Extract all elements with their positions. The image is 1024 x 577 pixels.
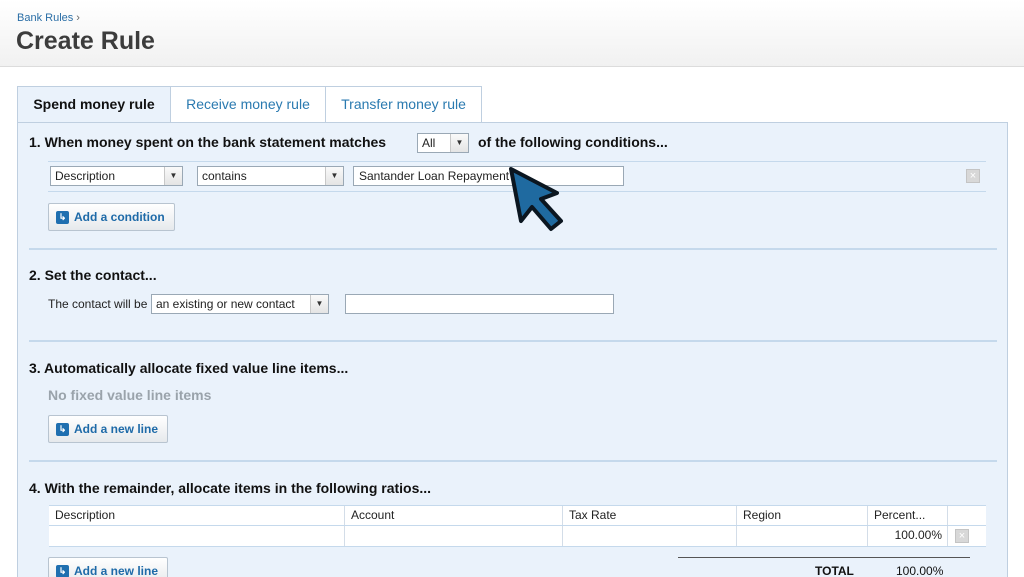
breadcrumb-separator: › — [76, 12, 80, 24]
contact-type-select[interactable]: an existing or new contact ▼ — [151, 294, 329, 314]
remove-row-close-icon[interactable]: × — [955, 529, 969, 543]
section1-prefix: 1. When money spent on the bank statemen… — [29, 134, 387, 150]
column-header-region: Region — [737, 506, 868, 525]
add-fixed-line-label: Add a new line — [74, 422, 159, 436]
section2-title: 2. Set the contact... — [29, 267, 157, 283]
column-header-tax-rate: Tax Rate — [563, 506, 737, 525]
section3-title: 3. Automatically allocate fixed value li… — [29, 360, 349, 376]
section-divider — [29, 460, 997, 462]
total-value: 100.00% — [896, 564, 944, 577]
row-percent-cell[interactable]: 100.00% — [868, 526, 948, 546]
tab-transfer-money-rule[interactable]: Transfer money rule — [325, 86, 482, 123]
column-header-percent: Percent... — [868, 506, 948, 525]
no-fixed-lines-text: No fixed value line items — [48, 387, 212, 403]
section4-title: 4. With the remainder, allocate items in… — [29, 480, 432, 496]
chevron-down-icon[interactable]: ▼ — [164, 167, 182, 185]
column-header-description: Description — [49, 506, 345, 525]
chevron-down-icon[interactable]: ▼ — [310, 295, 328, 313]
condition-operator-value: contains — [202, 169, 247, 183]
row-account-cell[interactable] — [345, 526, 563, 546]
condition-field-value: Description — [55, 169, 116, 183]
row-region-cell[interactable] — [737, 526, 868, 546]
tab-receive-money-rule[interactable]: Receive money rule — [170, 86, 326, 123]
total-label: TOTAL — [815, 564, 854, 577]
add-ratio-line-button[interactable]: ↳ Add a new line — [48, 557, 169, 577]
condition-field-select[interactable]: Description ▼ — [50, 166, 183, 186]
column-header-account: Account — [345, 506, 563, 525]
chevron-down-icon[interactable]: ▼ — [450, 134, 468, 152]
add-condition-label: Add a condition — [74, 210, 165, 224]
page-header: Bank Rules › Create Rule — [0, 0, 1024, 67]
section-divider — [29, 248, 997, 250]
condition-row-top-border — [48, 161, 986, 162]
contact-type-value: an existing or new contact — [156, 297, 295, 311]
remove-condition-close-icon[interactable]: × — [966, 169, 980, 183]
row-description-cell[interactable] — [49, 526, 345, 546]
match-all-value: All — [422, 136, 436, 150]
condition-value-input[interactable]: Santander Loan Repayment — [353, 166, 624, 186]
tab-spend-money-rule[interactable]: Spend money rule — [17, 86, 171, 124]
row-tax-rate-cell[interactable] — [563, 526, 737, 546]
add-icon: ↳ — [56, 211, 69, 224]
contact-label: The contact will be — [48, 297, 148, 311]
contact-input[interactable] — [345, 294, 614, 314]
condition-operator-select[interactable]: contains ▼ — [197, 166, 344, 186]
add-fixed-line-button[interactable]: ↳ Add a new line — [48, 415, 169, 443]
mouse-pointer-icon — [509, 167, 563, 231]
table-row: 100.00% × — [49, 526, 986, 547]
table-header: Description Account Tax Rate Region Perc… — [49, 505, 986, 526]
add-condition-button[interactable]: ↳ Add a condition — [48, 203, 175, 231]
add-ratio-line-label: Add a new line — [74, 564, 159, 577]
match-all-select[interactable]: All ▼ — [417, 133, 469, 153]
breadcrumb-bank-rules[interactable]: Bank Rules — [17, 12, 73, 24]
section1-suffix: of the following conditions... — [478, 134, 668, 150]
total-divider — [678, 557, 970, 558]
add-icon: ↳ — [56, 565, 69, 577]
chevron-down-icon[interactable]: ▼ — [325, 167, 343, 185]
page-title: Create Rule — [16, 27, 155, 55]
section-divider — [29, 340, 997, 342]
breadcrumb[interactable]: Bank Rules › — [17, 12, 80, 24]
add-icon: ↳ — [56, 423, 69, 436]
